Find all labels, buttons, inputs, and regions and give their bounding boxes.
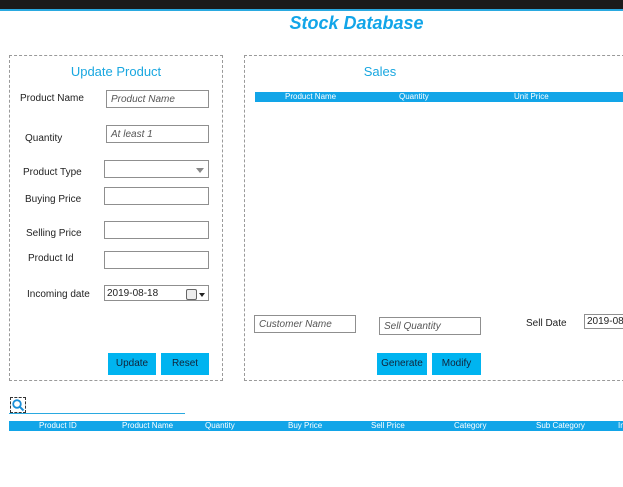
sales-table-header: Product Name Quantity Unit Price <box>255 92 623 102</box>
stock-table-header: Product ID Product Name Quantity Buy Pri… <box>9 421 623 431</box>
stock-col-sell-price: Sell Price <box>371 421 405 430</box>
buying-price-label: Buying Price <box>25 194 82 205</box>
sales-col-unit-price: Unit Price <box>514 92 549 101</box>
product-name-label: Product Name <box>20 93 84 104</box>
window-top-bar <box>0 0 623 9</box>
stock-col-product-name: Product Name <box>122 421 174 430</box>
chevron-down-icon <box>196 168 204 173</box>
selling-price-input[interactable] <box>104 221 209 239</box>
quantity-label: Quantity <box>25 133 63 144</box>
calendar-icon[interactable] <box>186 289 197 300</box>
sell-date-label: Sell Date <box>526 318 567 329</box>
product-name-input[interactable]: Product Name <box>106 90 209 108</box>
buying-price-input[interactable] <box>104 187 209 205</box>
search-input[interactable] <box>9 413 185 414</box>
selling-price-label: Selling Price <box>26 228 82 239</box>
reset-button[interactable]: Reset <box>161 353 209 375</box>
incoming-date-value: 2019-08-18 <box>107 288 159 299</box>
sales-title: Sales <box>363 64 397 79</box>
sales-col-quantity: Quantity <box>399 92 429 101</box>
chevron-down-icon[interactable] <box>199 293 205 297</box>
update-product-panel: Update Product Product Name Product Name… <box>9 55 223 381</box>
sell-date-picker[interactable]: 2019-08-18 <box>584 314 623 329</box>
update-product-title: Update Product <box>70 64 162 79</box>
update-button[interactable]: Update <box>108 353 156 375</box>
stock-col-sub-category: Sub Category <box>536 421 585 430</box>
incoming-date-picker[interactable]: 2019-08-18 <box>104 285 209 301</box>
customer-name-input[interactable]: Customer Name <box>254 315 356 333</box>
sell-quantity-input[interactable]: Sell Quantity <box>379 317 481 335</box>
product-type-label: Product Type <box>23 167 82 178</box>
sell-date-value: 2019-08-18 <box>587 316 623 327</box>
product-id-input[interactable] <box>104 251 209 269</box>
incoming-date-label: Incoming date <box>27 289 90 300</box>
stock-col-buy-price: Buy Price <box>288 421 323 430</box>
product-id-label: Product Id <box>28 253 74 264</box>
stock-col-category: Category <box>454 421 487 430</box>
stock-col-in: In <box>618 421 623 430</box>
sales-col-product-name: Product Name <box>285 92 337 101</box>
stock-col-product-id: Product ID <box>39 421 77 430</box>
modify-button[interactable]: Modify <box>432 353 481 375</box>
page-title: Stock Database <box>289 13 424 33</box>
product-type-select[interactable] <box>104 160 209 178</box>
stock-col-quantity: Quantity <box>205 421 235 430</box>
window-top-accent <box>0 9 623 11</box>
quantity-input[interactable]: At least 1 <box>106 125 209 143</box>
sales-panel: Sales Product Name Quantity Unit Price C… <box>244 55 623 381</box>
search-icon[interactable] <box>10 397 26 413</box>
generate-button[interactable]: Generate <box>377 353 427 375</box>
